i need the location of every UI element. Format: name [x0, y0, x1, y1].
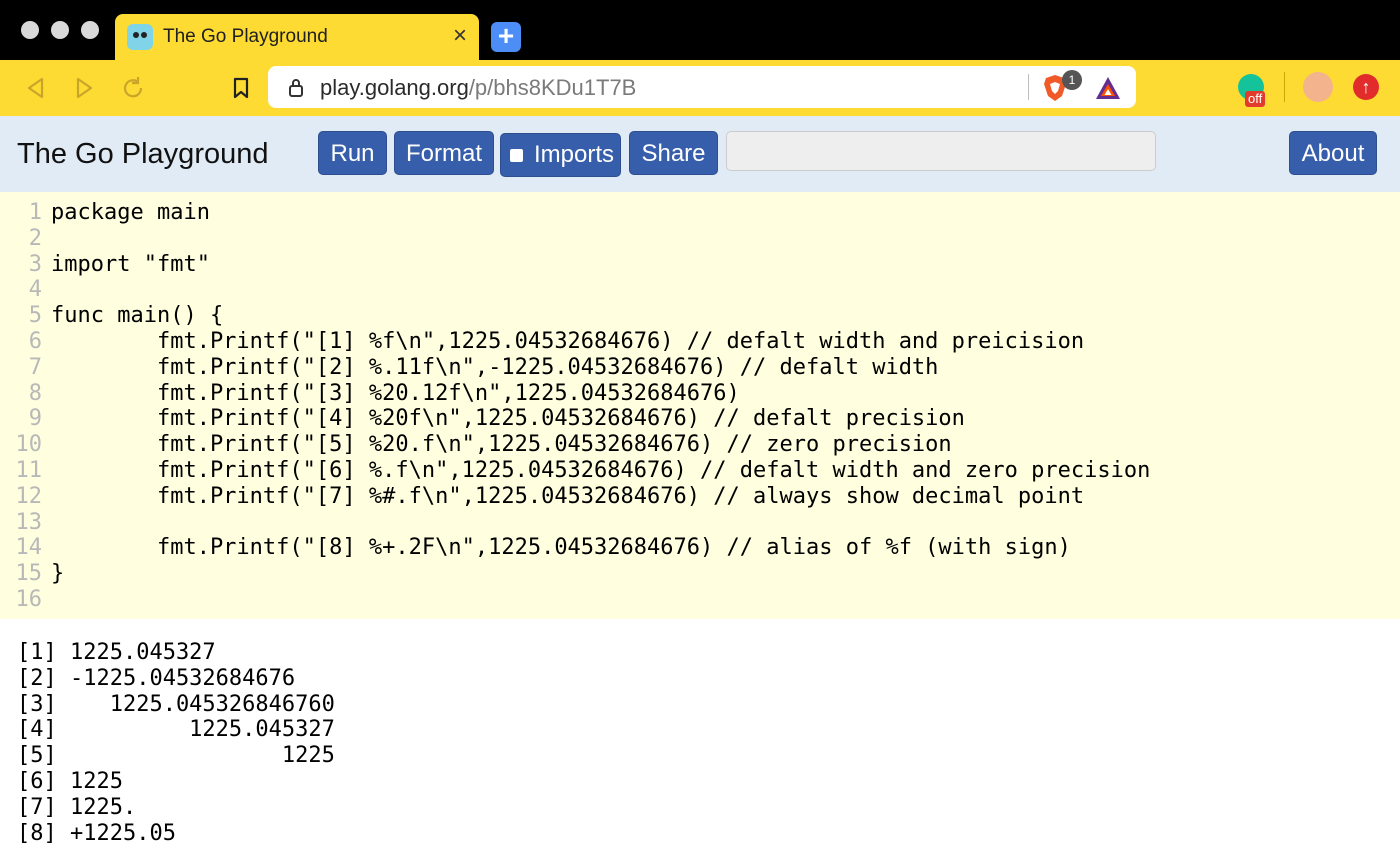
imports-toggle[interactable]: Imports — [500, 133, 621, 177]
page-title: The Go Playground — [17, 138, 269, 170]
browser-tab-bar: The Go Playground × + — [0, 0, 1400, 60]
share-button[interactable]: Share — [629, 131, 718, 175]
brave-rewards-icon[interactable] — [1094, 75, 1122, 101]
url-host: play.golang.org — [320, 75, 469, 100]
brave-shields-count: 1 — [1062, 70, 1082, 90]
browser-toolbar: play.golang.org/p/bhs8KDu1T7B 1 off ↑ — [0, 60, 1400, 116]
code-editor[interactable]: 1 2 3 4 5 6 7 8 9 10 11 12 13 14 15 16 p… — [0, 192, 1400, 619]
update-arrow-icon[interactable]: ↑ — [1353, 74, 1379, 100]
reload-icon[interactable] — [119, 74, 147, 102]
address-bar-divider — [1028, 74, 1029, 100]
playground-header: The Go Playground Run Format Imports Sha… — [0, 116, 1400, 192]
new-tab-button[interactable]: + — [491, 22, 521, 52]
url-text: play.golang.org/p/bhs8KDu1T7B — [320, 75, 636, 101]
url-path: /p/bhs8KDu1T7B — [468, 75, 637, 100]
program-output: [1] 1225.045327 [2] -1225.04532684676 [3… — [17, 640, 335, 846]
format-button[interactable]: Format — [394, 131, 494, 175]
run-button[interactable]: Run — [318, 131, 387, 175]
lock-icon — [289, 79, 303, 97]
code-text[interactable]: package main import "fmt" func main() { … — [51, 200, 1150, 587]
gopher-favicon-icon — [127, 24, 153, 50]
window-zoom-button[interactable] — [81, 21, 99, 39]
share-url-input[interactable] — [726, 131, 1156, 171]
extensions-divider — [1284, 72, 1285, 102]
browser-tab[interactable]: The Go Playground × — [115, 14, 479, 60]
forward-icon[interactable] — [70, 74, 98, 102]
tab-close-icon[interactable]: × — [453, 22, 467, 50]
address-bar[interactable]: play.golang.org/p/bhs8KDu1T7B 1 — [268, 66, 1136, 108]
profile-avatar[interactable] — [1303, 72, 1333, 102]
tab-title: The Go Playground — [163, 26, 328, 47]
imports-label: Imports — [534, 141, 615, 168]
imports-checkbox[interactable] — [510, 149, 523, 162]
grammarly-status-badge: off — [1245, 91, 1266, 107]
back-icon[interactable] — [22, 74, 50, 102]
line-numbers: 1 2 3 4 5 6 7 8 9 10 11 12 13 14 15 16 — [15, 200, 43, 612]
window-close-button[interactable] — [21, 21, 39, 39]
bookmark-icon[interactable] — [227, 74, 255, 102]
about-button[interactable]: About — [1289, 131, 1377, 175]
window-minimize-button[interactable] — [51, 21, 69, 39]
